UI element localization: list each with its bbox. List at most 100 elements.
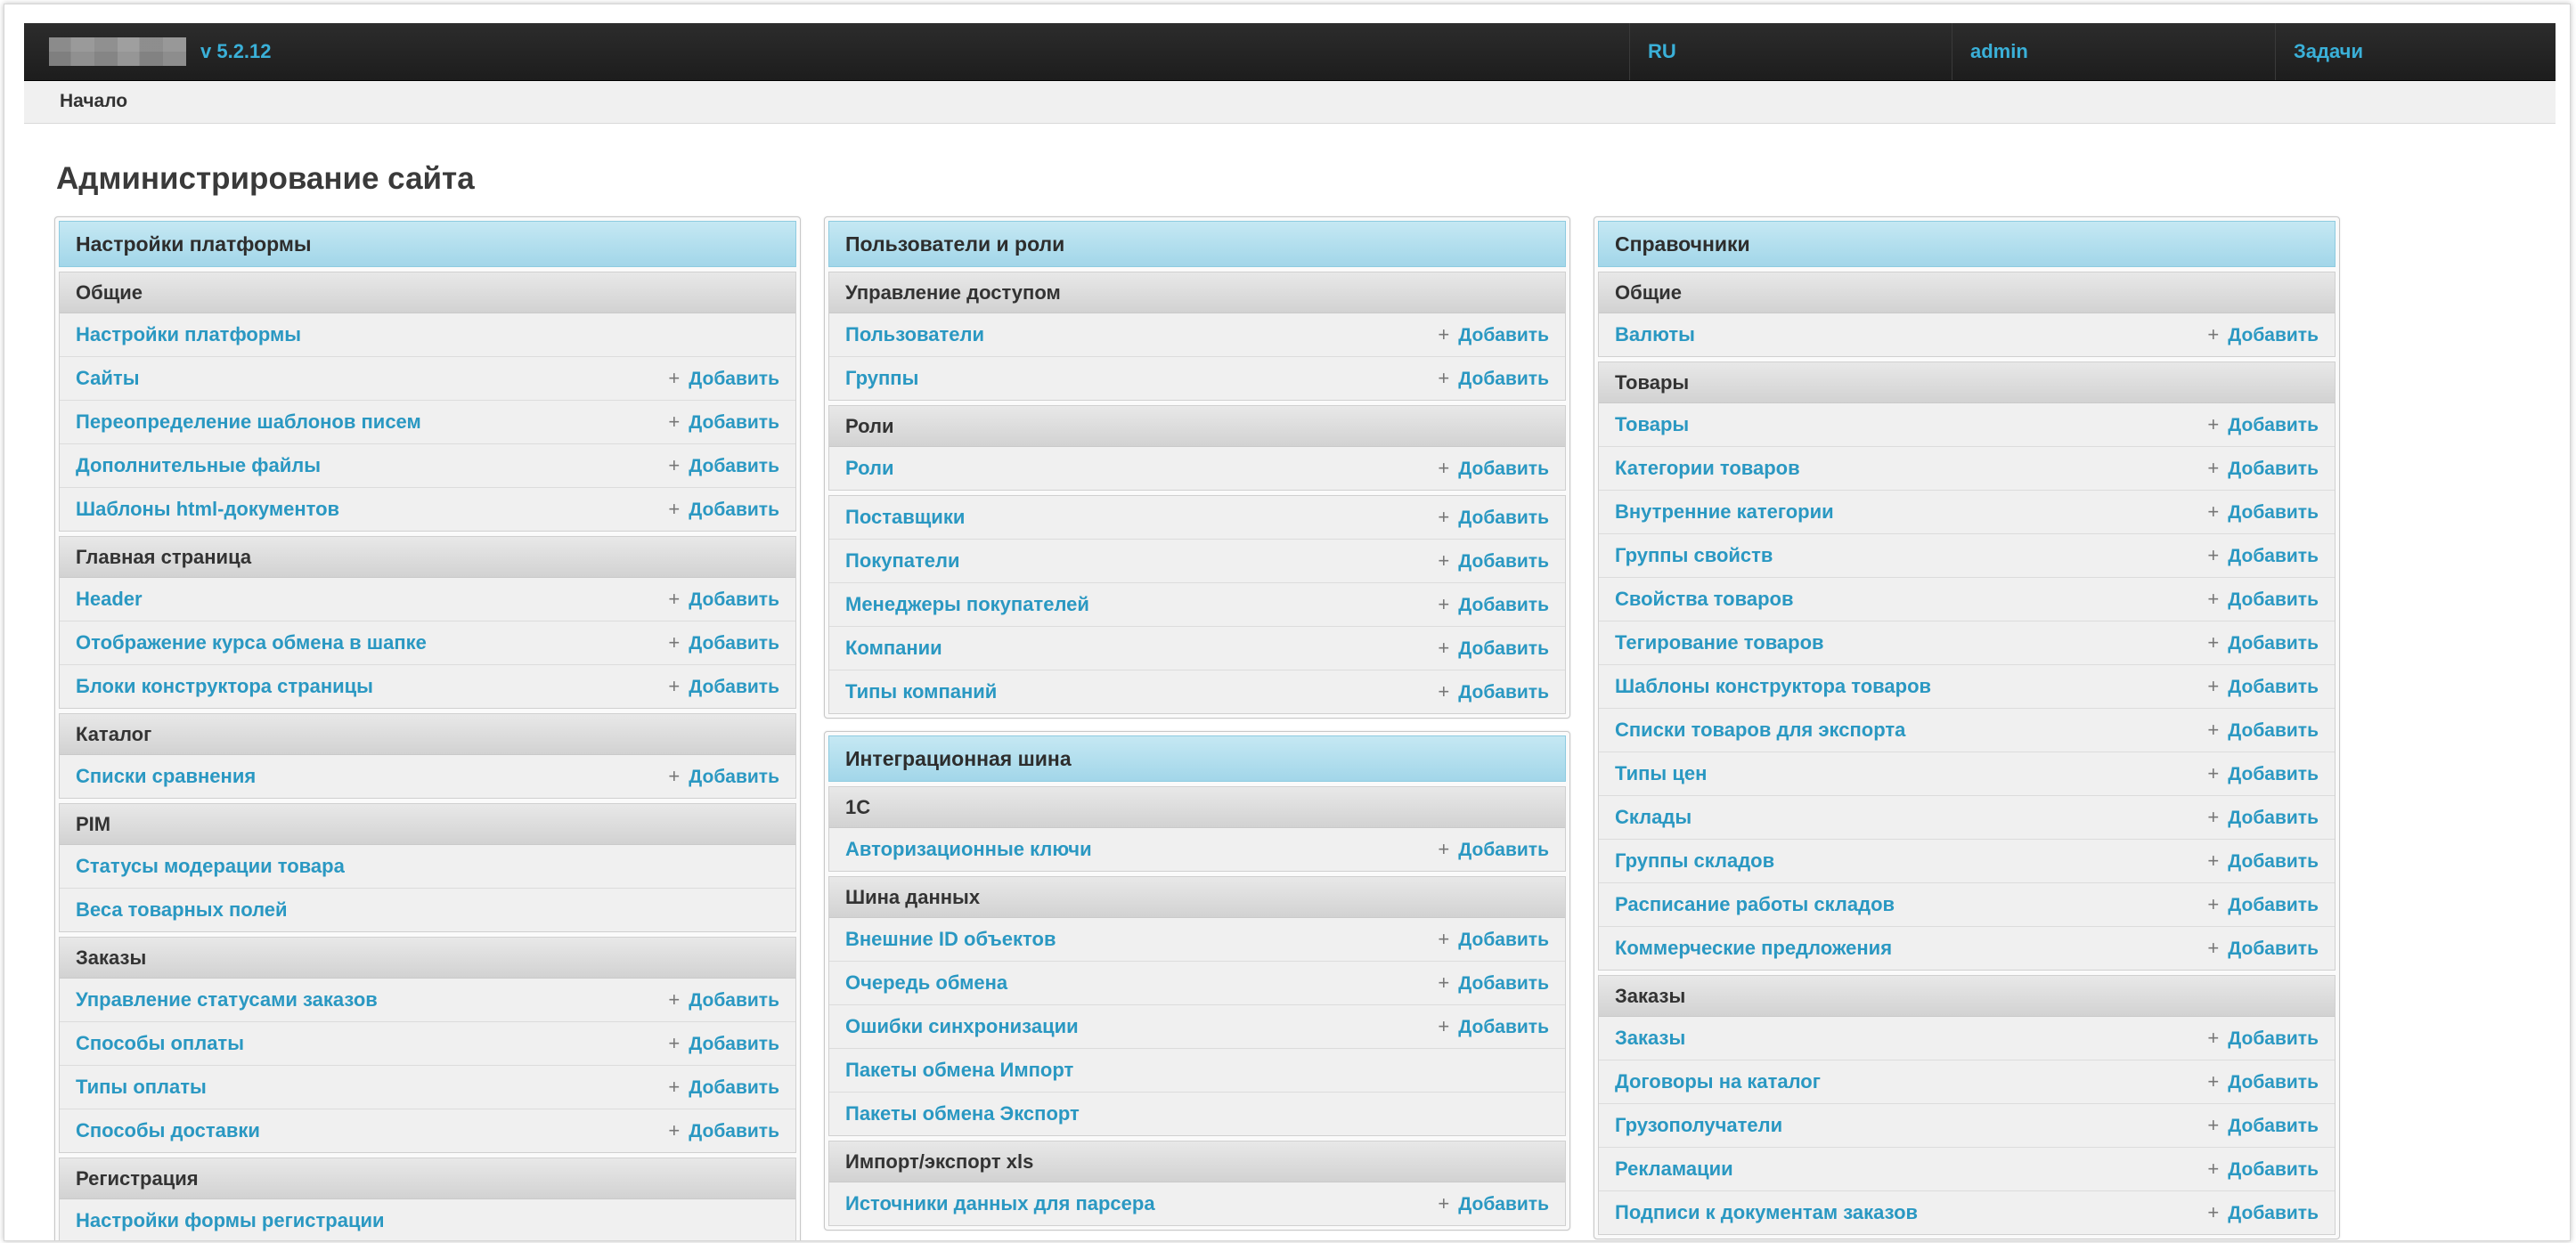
add-button[interactable]: + Добавить [1438, 627, 1549, 670]
add-button[interactable]: + Добавить [2207, 313, 2319, 357]
add-label: Добавить [1458, 551, 1549, 572]
add-button[interactable]: + Добавить [2207, 883, 2319, 927]
add-button[interactable]: + Добавить [2207, 752, 2319, 796]
item-link[interactable]: Статусы модерации товара [76, 855, 345, 877]
add-button[interactable]: + Добавить [668, 1066, 779, 1109]
add-button[interactable]: + Добавить [668, 755, 779, 799]
add-button[interactable]: + Добавить [2207, 1191, 2319, 1235]
item-link[interactable]: Типы оплаты [76, 1076, 207, 1098]
item-link[interactable]: Внутренние категории [1615, 500, 1834, 523]
add-button[interactable]: + Добавить [668, 979, 779, 1022]
item-link[interactable]: Веса товарных полей [76, 898, 288, 921]
item-link[interactable]: Тегирование товаров [1615, 631, 1824, 654]
item-link[interactable]: Очередь обмена [845, 971, 1007, 994]
item-link[interactable]: Заказы [1615, 1027, 1685, 1049]
item-link[interactable]: Списки товаров для экспорта [1615, 719, 1905, 741]
user-menu[interactable]: admin [1952, 23, 2275, 80]
item-link[interactable]: Коммерческие предложения [1615, 937, 1892, 959]
add-button[interactable]: + Добавить [1438, 313, 1549, 357]
add-button[interactable]: + Добавить [2207, 447, 2319, 491]
add-button[interactable]: + Добавить [2207, 622, 2319, 665]
item-link[interactable]: Блоки конструктора страницы [76, 675, 373, 697]
item-link[interactable]: Группы свойств [1615, 544, 1773, 566]
item-link[interactable]: Договоры на каталог [1615, 1070, 1821, 1093]
add-button[interactable]: + Добавить [2207, 709, 2319, 752]
add-button[interactable]: + Добавить [2207, 1148, 2319, 1191]
item-link[interactable]: Поставщики [845, 506, 965, 528]
add-button[interactable]: + Добавить [668, 622, 779, 665]
item-link[interactable]: Сайты [76, 367, 139, 389]
tasks-menu[interactable]: Задачи [2275, 23, 2556, 80]
item-link[interactable]: Группы [845, 367, 918, 389]
item-link[interactable]: Способы доставки [76, 1119, 260, 1141]
item-link[interactable]: Категории товаров [1615, 457, 1800, 479]
item-link[interactable]: Типы цен [1615, 762, 1707, 784]
item-link[interactable]: Внешние ID объектов [845, 928, 1056, 950]
add-button[interactable]: + Добавить [668, 665, 779, 709]
add-button[interactable]: + Добавить [2207, 578, 2319, 622]
add-button[interactable]: + Добавить [2207, 1104, 2319, 1148]
add-button[interactable]: + Добавить [2207, 1060, 2319, 1104]
add-button[interactable]: + Добавить [668, 488, 779, 532]
item-link[interactable]: Списки сравнения [76, 765, 256, 787]
add-button[interactable]: + Добавить [1438, 962, 1549, 1005]
item-link[interactable]: Header [76, 588, 143, 610]
item-link[interactable]: Авторизационные ключи [845, 838, 1092, 860]
add-button[interactable]: + Добавить [2207, 403, 2319, 447]
add-button[interactable]: + Добавить [668, 357, 779, 401]
item-link[interactable]: Пользователи [845, 323, 984, 345]
item-link[interactable]: Покупатели [845, 549, 960, 572]
item-link[interactable]: Переопределение шаблонов писем [76, 410, 421, 433]
item-link[interactable]: Настройки формы регистрации [76, 1209, 385, 1231]
add-button[interactable]: + Добавить [668, 578, 779, 622]
item-link[interactable]: Роли [845, 457, 894, 479]
add-button[interactable]: + Добавить [2207, 1017, 2319, 1060]
add-button[interactable]: + Добавить [1438, 447, 1549, 491]
item-link[interactable]: Свойства товаров [1615, 588, 1793, 610]
add-button[interactable]: + Добавить [1438, 496, 1549, 540]
add-button[interactable]: + Добавить [2207, 534, 2319, 578]
item-link[interactable]: Склады [1615, 806, 1692, 828]
add-button[interactable]: + Добавить [2207, 840, 2319, 883]
add-button[interactable]: + Добавить [2207, 796, 2319, 840]
item-link[interactable]: Товары [1615, 413, 1689, 435]
item-link[interactable]: Управление статусами заказов [76, 988, 378, 1011]
item-link[interactable]: Отображение курса обмена в шапке [76, 631, 427, 654]
item-link[interactable]: Источники данных для парсера [845, 1192, 1155, 1215]
item-link[interactable]: Пакеты обмена Экспорт [845, 1102, 1080, 1125]
item-link[interactable]: Ошибки синхронизации [845, 1015, 1079, 1037]
item-link[interactable]: Группы складов [1615, 849, 1774, 872]
item-link[interactable]: Шаблоны конструктора товаров [1615, 675, 1931, 697]
breadcrumb-home[interactable]: Начало [60, 91, 127, 112]
language-menu[interactable]: RU [1629, 23, 1952, 80]
add-button[interactable]: + Добавить [1438, 540, 1549, 583]
item-link[interactable]: Настройки платформы [76, 323, 301, 345]
item-link[interactable]: Типы компаний [845, 680, 997, 703]
add-button[interactable]: + Добавить [1438, 583, 1549, 627]
add-button[interactable]: + Добавить [1438, 828, 1549, 872]
add-button[interactable]: + Добавить [668, 1022, 779, 1066]
item-link[interactable]: Дополнительные файлы [76, 454, 321, 476]
add-button[interactable]: + Добавить [668, 1109, 779, 1153]
add-button[interactable]: + Добавить [1438, 357, 1549, 401]
item-link[interactable]: Расписание работы складов [1615, 893, 1895, 915]
add-button[interactable]: + Добавить [1438, 670, 1549, 714]
item-link[interactable]: Валюты [1615, 323, 1695, 345]
add-button[interactable]: + Добавить [2207, 665, 2319, 709]
add-button[interactable]: + Добавить [1438, 1182, 1549, 1226]
add-button[interactable]: + Добавить [1438, 918, 1549, 962]
item-link[interactable]: Компании [845, 637, 942, 659]
item-link[interactable]: Подписи к документам заказов [1615, 1201, 1918, 1223]
add-button[interactable]: + Добавить [668, 444, 779, 488]
item-link[interactable]: Грузополучатели [1615, 1114, 1782, 1136]
add-button[interactable]: + Добавить [668, 401, 779, 444]
item-link[interactable]: Рекламации [1615, 1158, 1733, 1180]
logo-image[interactable] [49, 37, 186, 66]
item-link[interactable]: Шаблоны html-документов [76, 498, 339, 520]
add-button[interactable]: + Добавить [2207, 927, 2319, 971]
add-button[interactable]: + Добавить [2207, 491, 2319, 534]
add-button[interactable]: + Добавить [1438, 1005, 1549, 1049]
item-link[interactable]: Менеджеры покупателей [845, 593, 1089, 615]
item-link[interactable]: Способы оплаты [76, 1032, 244, 1054]
item-link[interactable]: Пакеты обмена Импорт [845, 1059, 1073, 1081]
